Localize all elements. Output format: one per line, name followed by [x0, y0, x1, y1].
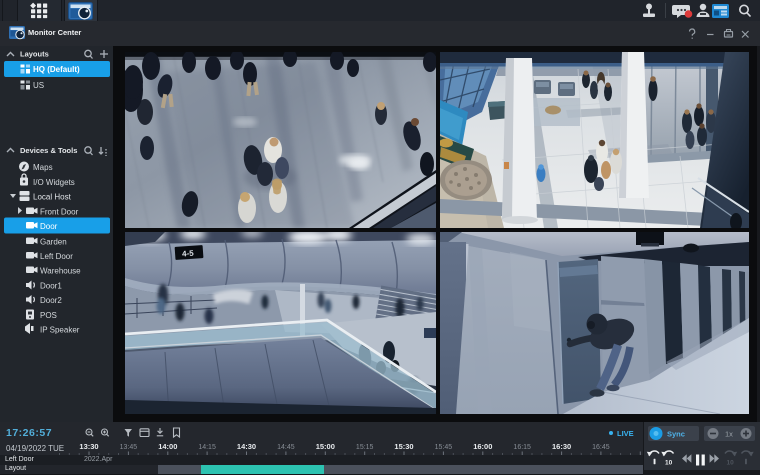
- svg-text:15:15: 15:15: [356, 444, 374, 451]
- svg-text:Maps: Maps: [33, 163, 53, 172]
- svg-text:IP Speaker: IP Speaker: [40, 326, 80, 335]
- svg-text:Warehouse: Warehouse: [40, 267, 81, 276]
- svg-text:10: 10: [727, 460, 735, 467]
- svg-text:Front Door: Front Door: [40, 208, 79, 217]
- svg-text:Left Door: Left Door: [40, 252, 73, 261]
- svg-text:Layouts: Layouts: [20, 50, 49, 59]
- svg-text:13:30: 13:30: [79, 442, 98, 451]
- svg-text:16:00: 16:00: [473, 442, 492, 451]
- svg-text:16:30: 16:30: [552, 442, 571, 451]
- svg-text:Garden: Garden: [40, 238, 67, 247]
- svg-text:16:45: 16:45: [592, 444, 610, 451]
- svg-text:I/O Widgets: I/O Widgets: [33, 178, 75, 187]
- svg-text:Door2: Door2: [40, 296, 62, 305]
- svg-text:Sync: Sync: [667, 430, 685, 439]
- svg-text:Door1: Door1: [40, 282, 62, 291]
- svg-text:Devices & Tools: Devices & Tools: [20, 146, 77, 155]
- svg-text:15:45: 15:45: [435, 444, 453, 451]
- svg-text:16:15: 16:15: [513, 444, 531, 451]
- svg-text:10: 10: [665, 460, 673, 467]
- svg-text:1x: 1x: [725, 430, 733, 439]
- svg-text:14:30: 14:30: [237, 442, 256, 451]
- svg-text:15:30: 15:30: [394, 442, 413, 451]
- svg-text:15:00: 15:00: [316, 442, 335, 451]
- svg-text:Local Host: Local Host: [33, 193, 72, 202]
- svg-text:14:00: 14:00: [158, 442, 177, 451]
- svg-text:LIVE: LIVE: [617, 429, 634, 438]
- svg-text:US: US: [33, 81, 44, 90]
- svg-text:14:45: 14:45: [277, 444, 295, 451]
- svg-text:13:45: 13:45: [120, 444, 138, 451]
- svg-text:14:15: 14:15: [198, 444, 216, 451]
- svg-text:4-5: 4-5: [182, 249, 195, 259]
- svg-text:POS: POS: [40, 311, 57, 320]
- svg-text:Door: Door: [40, 222, 58, 231]
- svg-text:HQ (Default): HQ (Default): [33, 65, 80, 74]
